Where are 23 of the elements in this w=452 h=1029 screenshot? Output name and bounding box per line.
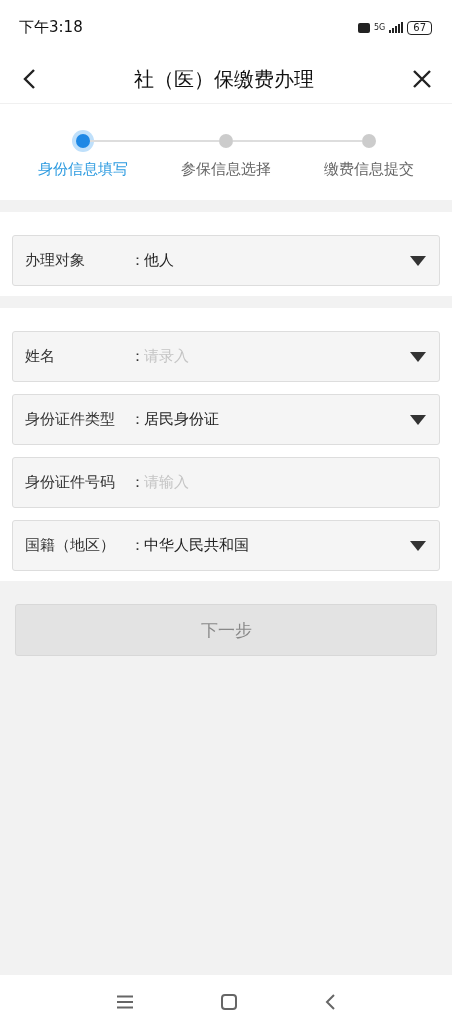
- battery-icon: 67: [407, 20, 432, 35]
- dropdown-caret-icon: [410, 255, 426, 266]
- colon: ：: [130, 410, 144, 429]
- select-field[interactable]: 国籍（地区） ：中华人民共和国: [12, 520, 440, 571]
- select-field[interactable]: 办理对象 ：他人: [12, 235, 440, 286]
- colon: ：: [130, 536, 144, 555]
- colon: ：: [130, 473, 144, 492]
- home-icon[interactable]: [221, 994, 237, 1010]
- dropdown-caret-icon: [410, 414, 426, 425]
- dropdown-caret-icon: [410, 351, 426, 362]
- menu-icon[interactable]: [117, 995, 133, 1009]
- page-title: 社（医）保缴费办理: [134, 65, 314, 93]
- dropdown-caret-icon: [410, 540, 426, 551]
- select-field[interactable]: 身份证件类型 ：居民身份证: [12, 394, 440, 445]
- step-label[interactable]: 缴费信息提交: [323, 160, 414, 179]
- colon: ：: [130, 347, 144, 366]
- network-label: 5G: [373, 23, 386, 32]
- back-icon[interactable]: [22, 68, 36, 90]
- signal-icon: [389, 22, 404, 33]
- status-time: 下午3:18: [19, 18, 83, 37]
- step-label[interactable]: 参保信息选择: [181, 160, 271, 179]
- close-icon[interactable]: [412, 69, 432, 89]
- colon: ：: [130, 251, 144, 270]
